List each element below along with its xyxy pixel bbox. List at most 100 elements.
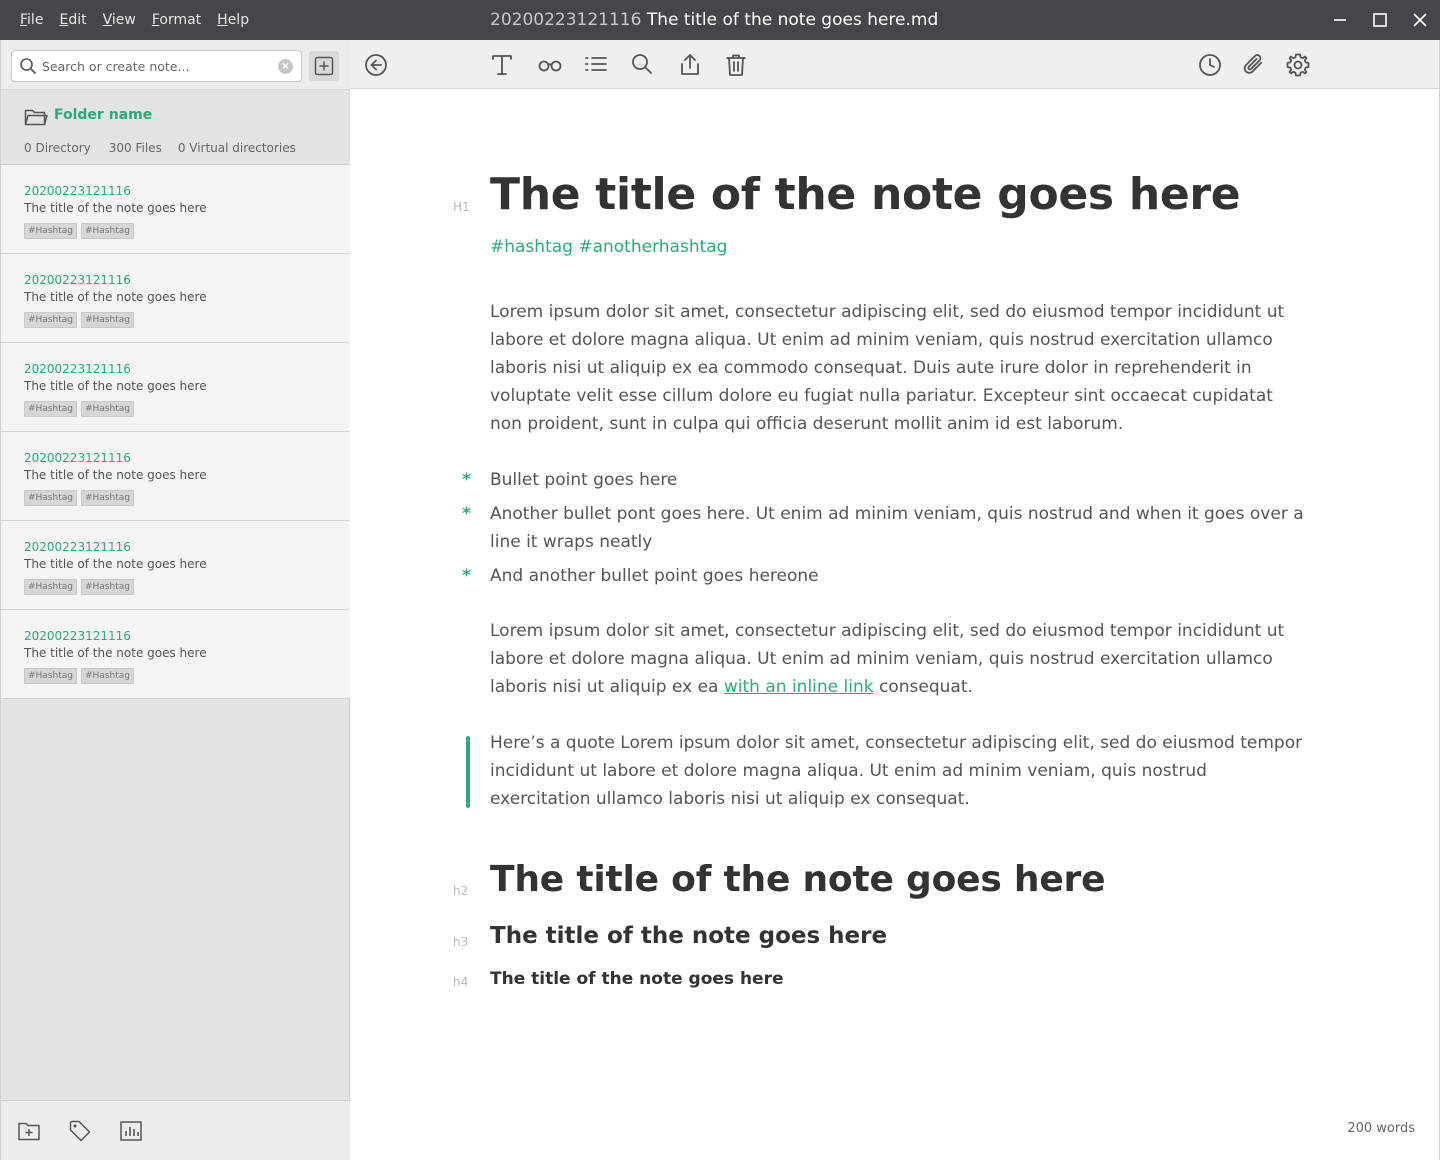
bullet-marker: * bbox=[462, 566, 471, 586]
note-list-item[interactable]: 20200223121116 The title of the note goe… bbox=[1, 610, 350, 699]
note-stamp: 20200223121116 bbox=[24, 362, 131, 376]
close-icon bbox=[1413, 13, 1427, 27]
trash-icon bbox=[726, 54, 746, 76]
window-title-text: The title of the note goes here.md bbox=[646, 10, 939, 30]
editor-pane: H1 The title of the note goes here #hash… bbox=[350, 40, 1440, 1160]
note-list-item[interactable]: 20200223121116 The title of the note goe… bbox=[1, 521, 350, 610]
note-title: The title of the note goes here bbox=[24, 379, 207, 393]
directory-count: 0 Directory bbox=[24, 141, 91, 155]
note-tag[interactable]: #Hashtag bbox=[80, 223, 134, 239]
settings-button[interactable] bbox=[1285, 52, 1311, 78]
text-t-icon bbox=[492, 55, 512, 75]
note-tag[interactable]: #Hashtag bbox=[24, 668, 77, 684]
folder-name[interactable]: Folder name bbox=[54, 107, 152, 123]
search-row: × bbox=[1, 40, 350, 90]
sidebar: × Folder name 0 Directory 300 Files 0 Vi… bbox=[0, 40, 350, 1160]
folder-stats: 0 Directory 300 Files 0 Virtual director… bbox=[24, 141, 296, 155]
note-stamp: 20200223121116 bbox=[24, 184, 131, 198]
note-tags: #Hashtag #Hashtag bbox=[24, 579, 327, 595]
note-tag[interactable]: #Hashtag bbox=[24, 490, 77, 506]
find-button[interactable] bbox=[629, 52, 655, 78]
tag-icon[interactable] bbox=[68, 1119, 92, 1143]
note-stamp: 20200223121116 bbox=[24, 629, 131, 643]
note-tags: #Hashtag #Hashtag bbox=[24, 401, 327, 417]
menu-view[interactable]: View bbox=[103, 12, 136, 28]
delete-button[interactable] bbox=[723, 52, 749, 78]
note-tag[interactable]: #Hashtag bbox=[24, 223, 77, 239]
note-tag[interactable]: #Hashtag bbox=[24, 401, 77, 417]
note-list-item[interactable]: 20200223121116 The title of the note goe… bbox=[1, 432, 350, 521]
stats-chart-icon[interactable] bbox=[119, 1119, 143, 1143]
menu-edit[interactable]: Edit bbox=[59, 12, 86, 28]
minimize-button[interactable] bbox=[1320, 0, 1360, 40]
note-heading-2[interactable]: The title of the note goes here bbox=[490, 859, 1106, 900]
note-tag[interactable]: #Hashtag bbox=[80, 312, 134, 328]
search-box[interactable]: × bbox=[11, 50, 302, 82]
note-list-item[interactable]: 20200223121116 The title of the note goe… bbox=[1, 343, 350, 432]
menu-format[interactable]: Format bbox=[152, 12, 201, 28]
bullet-item-3[interactable]: And another bullet point goes hereone bbox=[490, 562, 1310, 590]
note-tag[interactable]: #Hashtag bbox=[24, 579, 77, 595]
history-button[interactable] bbox=[1197, 52, 1223, 78]
folder-header: Folder name 0 Directory 300 Files 0 Virt… bbox=[1, 91, 350, 165]
note-stamp: 20200223121116 bbox=[24, 540, 131, 554]
note-tags: #Hashtag #Hashtag bbox=[24, 312, 327, 328]
attachment-button[interactable] bbox=[1241, 52, 1267, 78]
file-count: 300 Files bbox=[108, 141, 162, 155]
note-stamp: 20200223121116 bbox=[24, 273, 131, 287]
inline-link[interactable]: with an inline link bbox=[724, 677, 874, 697]
preview-button[interactable] bbox=[537, 52, 563, 78]
clock-icon bbox=[1199, 54, 1221, 76]
paragraph-2[interactable]: Lorem ipsum dolor sit amet, consectetur … bbox=[490, 617, 1310, 701]
search-icon bbox=[632, 54, 652, 74]
window-title-stamp: 20200223121116 bbox=[490, 10, 642, 30]
note-title: The title of the note goes here bbox=[24, 646, 207, 660]
note-hashtags[interactable]: #hashtag #anotherhashtag bbox=[490, 237, 727, 257]
note-tag[interactable]: #Hashtag bbox=[80, 668, 134, 684]
note-tag[interactable]: #Hashtag bbox=[80, 490, 134, 506]
word-count: 200 words bbox=[1347, 1121, 1415, 1136]
virtual-directory-count: 0 Virtual directories bbox=[177, 141, 296, 155]
maximize-icon bbox=[1373, 13, 1387, 27]
note-list-item[interactable]: 20200223121116 The title of the note goe… bbox=[1, 254, 350, 343]
note-tag[interactable]: #Hashtag bbox=[80, 579, 134, 595]
bullet-item-2[interactable]: Another bullet pont goes here. Ut enim a… bbox=[490, 500, 1310, 556]
clear-search-button[interactable]: × bbox=[278, 59, 293, 74]
note-title: The title of the note goes here bbox=[24, 468, 207, 482]
paragraph-1[interactable]: Lorem ipsum dolor sit amet, consectetur … bbox=[490, 298, 1310, 438]
note-heading-1[interactable]: The title of the note goes here bbox=[490, 169, 1241, 220]
text-format-button[interactable] bbox=[489, 52, 515, 78]
window-title: 20200223121116 The title of the note goe… bbox=[490, 0, 938, 40]
h1-marker: H1 bbox=[453, 200, 470, 214]
new-note-button[interactable] bbox=[309, 51, 339, 81]
paragraph-2-end: consequat. bbox=[873, 677, 973, 697]
menu-help[interactable]: Help bbox=[217, 12, 249, 28]
note-tags: #Hashtag #Hashtag bbox=[24, 223, 327, 239]
plus-square-icon bbox=[314, 56, 334, 76]
note-heading-4[interactable]: The title of the note goes here bbox=[490, 969, 784, 989]
blockquote-text[interactable]: Here’s a quote Lorem ipsum dolor sit ame… bbox=[490, 729, 1310, 813]
close-button[interactable] bbox=[1400, 0, 1440, 40]
h4-marker: h4 bbox=[453, 975, 469, 989]
paperclip-icon bbox=[1243, 54, 1262, 74]
outline-button[interactable] bbox=[583, 52, 609, 78]
note-tag[interactable]: #Hashtag bbox=[80, 401, 134, 417]
note-title: The title of the note goes here bbox=[24, 290, 207, 304]
editor-toolbar bbox=[350, 40, 1439, 89]
note-tag[interactable]: #Hashtag bbox=[24, 312, 77, 328]
note-list-item[interactable]: 20200223121116 The title of the note goe… bbox=[1, 165, 350, 254]
folder-icon bbox=[24, 109, 48, 126]
note-heading-3[interactable]: The title of the note goes here bbox=[490, 923, 887, 949]
bullet-item-1[interactable]: Bullet point goes here bbox=[490, 466, 1310, 494]
h3-marker: h3 bbox=[453, 935, 469, 949]
note-list: 20200223121116 The title of the note goe… bbox=[1, 165, 350, 699]
bullet-marker: * bbox=[462, 504, 471, 524]
menu-bar: File Edit View Format Help bbox=[20, 0, 249, 40]
menu-file[interactable]: File bbox=[20, 12, 43, 28]
maximize-button[interactable] bbox=[1360, 0, 1400, 40]
search-input[interactable] bbox=[42, 51, 272, 81]
share-button[interactable] bbox=[677, 52, 703, 78]
window-controls bbox=[1320, 0, 1440, 40]
new-folder-icon[interactable] bbox=[17, 1119, 41, 1143]
back-button[interactable] bbox=[363, 52, 389, 78]
